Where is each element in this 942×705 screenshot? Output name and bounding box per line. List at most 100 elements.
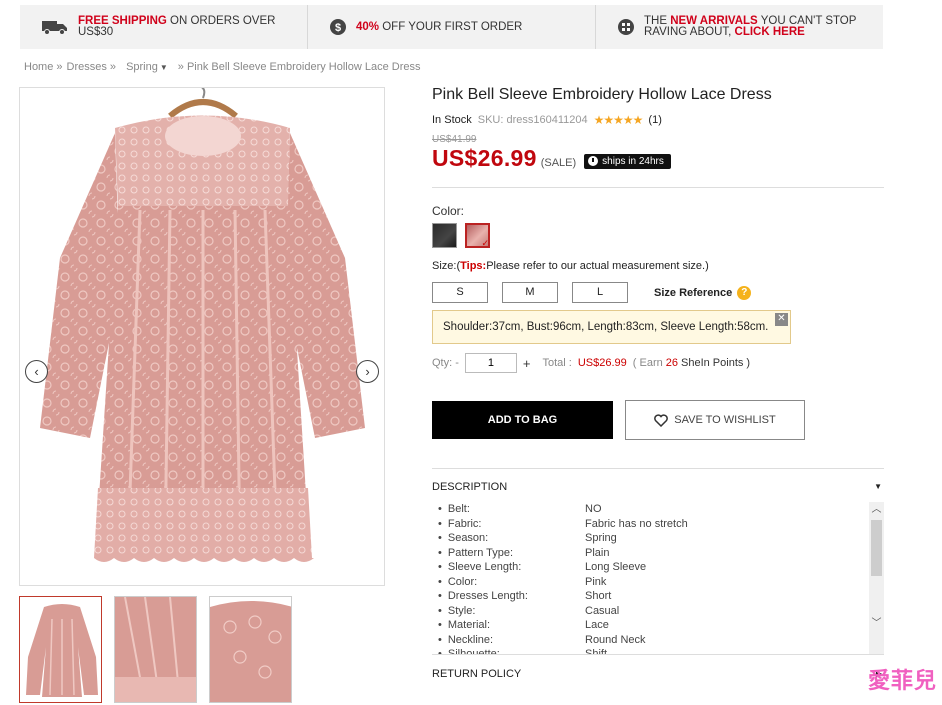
scroll-thumb[interactable] (871, 520, 882, 576)
spec-value: Casual (585, 604, 620, 617)
stock-line: In Stock SKU: dress160411204 ★★★★★ (1) (432, 113, 884, 127)
promo-shipping-text2: US$30 (78, 26, 114, 38)
description-scrollbar[interactable]: ︿ ﹀ (869, 502, 884, 654)
spec-value: Short (585, 590, 612, 602)
color-swatch-pink[interactable] (465, 223, 490, 249)
earn-pre: ( Earn (632, 357, 663, 369)
click-here-link[interactable]: CLICK HERE (735, 26, 805, 38)
ships-badge: ships in 24hrs (584, 153, 671, 169)
thumbnail-1[interactable] (19, 596, 102, 703)
qty-increment[interactable]: + (523, 356, 531, 371)
spec-key: Sleeve Length: (432, 560, 585, 575)
spec-value: Plain (585, 546, 610, 559)
promo-shipping[interactable]: FREE SHIPPING ON ORDERS OVER US$30 (20, 5, 308, 49)
dollar-icon: $ (330, 19, 346, 35)
sale-label: (SALE) (540, 157, 577, 169)
ships-text: ships in 24hrs (602, 155, 664, 167)
return-policy-header[interactable]: RETURN POLICY ▶ (432, 654, 884, 692)
promo-bar: FREE SHIPPING ON ORDERS OVER US$30 $ 40% … (20, 5, 883, 49)
size-label: Size: (432, 260, 457, 272)
promo-discount[interactable]: $ 40% OFF YOUR FIRST ORDER (308, 5, 596, 49)
old-price: US$41.99 (432, 134, 477, 145)
watermark: 愛菲兒 (867, 668, 937, 693)
breadcrumb-current: » Pink Bell Sleeve Embroidery Hollow Lac… (177, 61, 421, 73)
description-title: DESCRIPTION (432, 480, 508, 493)
spec-value: Long Sleeve (585, 561, 647, 573)
size-option-m[interactable]: M (502, 282, 558, 303)
spec-row: Material:Lace (432, 618, 884, 633)
spec-row: Season:Spring (432, 531, 884, 546)
color-swatch-black[interactable] (432, 223, 457, 248)
spec-row: Belt:NO (432, 502, 884, 517)
breadcrumb-dresses[interactable]: Dresses » (67, 61, 117, 73)
dress-image (40, 88, 365, 562)
promo-shipping-text: ON ORDERS OVER (166, 15, 276, 27)
spec-key: Pattern Type: (432, 546, 585, 561)
spec-value: NO (585, 503, 602, 515)
measurement-text: Shoulder:37cm, Bust:96cm, Length:83cm, S… (443, 321, 769, 333)
price-line: US$26.99 (SALE) ships in 24hrs (432, 145, 884, 172)
color-swatches (432, 223, 884, 249)
divider (432, 187, 884, 188)
size-line: Size:(Tips:Please refer to our actual me… (432, 260, 884, 272)
caret-down-icon: ▼ (159, 63, 168, 72)
truck-icon (42, 21, 67, 35)
spec-key: Fabric: (432, 517, 585, 532)
wishlist-label: SAVE TO WISHLIST (674, 414, 776, 426)
add-to-bag-button[interactable]: ADD TO BAG (432, 401, 613, 439)
size-tips: Tips: (460, 260, 487, 272)
spec-key: Material: (432, 618, 585, 633)
thumbnail-2[interactable] (114, 596, 197, 703)
quantity-input[interactable] (464, 353, 517, 373)
spec-key: Season: (432, 531, 585, 546)
spec-value: Shift (585, 648, 608, 654)
earn-post: SheIn Points ) (681, 357, 751, 369)
thumbnail-3[interactable] (209, 596, 292, 703)
spec-key: Dresses Length: (432, 589, 585, 604)
spec-value: Lace (585, 619, 609, 631)
spec-row: Style:Casual (432, 604, 884, 619)
spec-value: Spring (585, 532, 617, 544)
scroll-down-icon[interactable]: ﹀ (869, 616, 884, 632)
spec-value: Fabric has no stretch (585, 517, 688, 530)
spec-row: Fabric:Fabric has no stretch (432, 517, 884, 532)
size-reference-link[interactable]: Size Reference? (654, 285, 752, 300)
spec-key: Belt: (432, 502, 585, 517)
size-reference-label: Size Reference (654, 286, 733, 299)
rating-stars[interactable]: ★★★★★ (594, 113, 644, 127)
thumbnail-detail-image (210, 597, 291, 702)
prev-image-button[interactable]: ‹ (25, 360, 48, 383)
breadcrumb-home[interactable]: Home » (24, 61, 63, 73)
save-to-wishlist-button[interactable]: SAVE TO WISHLIST (625, 400, 805, 440)
spec-row: Silhouette:Shift (432, 647, 884, 654)
total-label: Total : (542, 357, 572, 369)
spec-key: Color: (432, 575, 585, 590)
description-header[interactable]: DESCRIPTION ▼ (432, 468, 884, 502)
spec-value: Pink (585, 575, 607, 588)
spec-key: Style: (432, 604, 585, 619)
breadcrumb-spring-label: Spring (126, 61, 158, 73)
close-icon[interactable]: ✕ (775, 313, 788, 326)
next-image-button[interactable]: › (356, 360, 379, 383)
product-info: Pink Bell Sleeve Embroidery Hollow Lace … (432, 86, 884, 692)
promo-discount-text: OFF YOUR FIRST ORDER (379, 20, 523, 33)
breadcrumb: Home » Dresses » Spring ▼ » Pink Bell Sle… (24, 61, 421, 73)
promo-arrivals[interactable]: THE NEW ARRIVALS YOU CAN'T STOP RAVING AB… (596, 5, 883, 49)
size-option-l[interactable]: L (572, 282, 628, 303)
question-icon: ? (737, 285, 752, 300)
size-option-s[interactable]: S (432, 282, 488, 303)
spec-key: Silhouette: (432, 647, 585, 654)
action-buttons: ADD TO BAG SAVE TO WISHLIST (432, 400, 884, 440)
qty-decrement[interactable]: Qty: - (432, 357, 459, 369)
total-value: US$26.99 (577, 357, 627, 369)
measurement-box: Shoulder:37cm, Bust:96cm, Length:83cm, S… (432, 310, 791, 344)
spec-row: Dresses Length:Short (432, 589, 884, 604)
spec-row: Color:Pink (432, 575, 884, 590)
scroll-up-icon[interactable]: ︿ (869, 502, 884, 518)
review-count[interactable]: (1) (648, 114, 661, 126)
main-product-image[interactable]: ‹ › (19, 87, 385, 586)
price: US$26.99 (432, 145, 537, 171)
quantity-row: Qty: - + Total : US$26.99 ( Earn 26 SheI… (432, 353, 884, 373)
product-title: Pink Bell Sleeve Embroidery Hollow Lace … (432, 86, 772, 103)
breadcrumb-spring[interactable]: Spring ▼ (126, 61, 168, 73)
